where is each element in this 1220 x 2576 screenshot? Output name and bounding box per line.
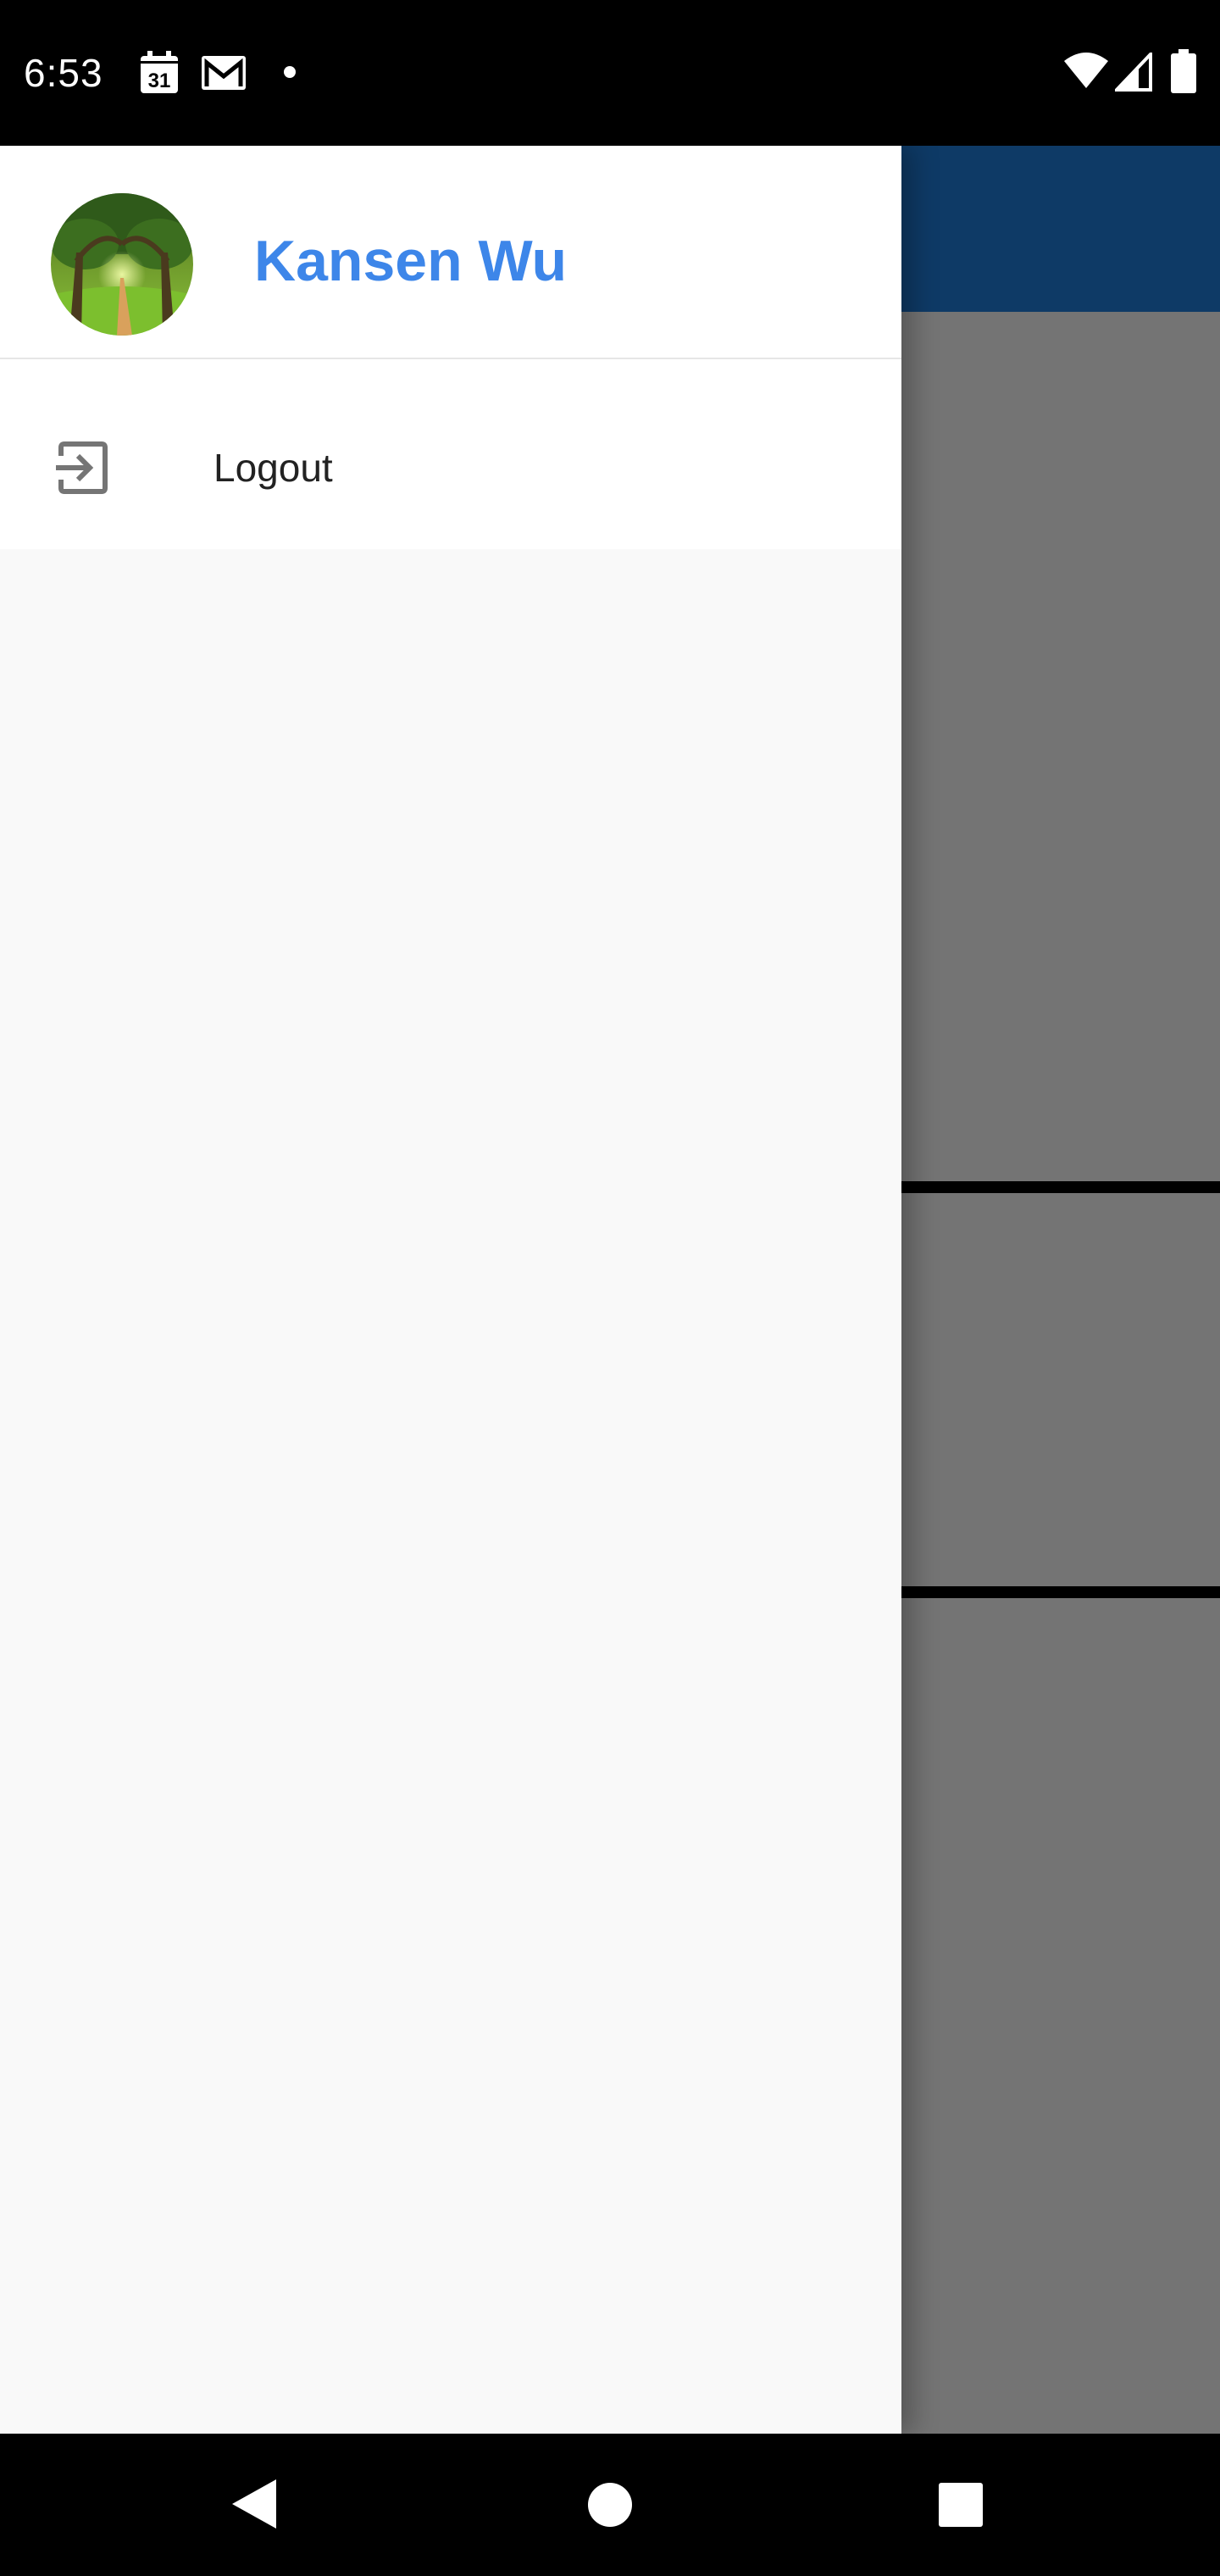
- back-icon[interactable]: [230, 2478, 278, 2530]
- battery-icon: [1171, 49, 1196, 93]
- navigation-bar: [0, 2434, 1220, 2576]
- user-name: Kansen Wu: [254, 229, 568, 293]
- gmail-icon: [200, 54, 247, 92]
- navigation-drawer: Kansen Wu Logout: [0, 146, 901, 2434]
- avatar[interactable]: [51, 193, 193, 336]
- notification-dot-icon: [283, 65, 297, 79]
- status-time: 6:53: [24, 51, 103, 95]
- svg-text:31: 31: [148, 69, 171, 92]
- cell-signal-icon: [1115, 53, 1152, 92]
- android-screen: 6:53 31 Kansen Wu Logout: [0, 0, 1220, 2576]
- logout-label: Logout: [214, 446, 333, 490]
- home-icon[interactable]: [586, 2481, 634, 2529]
- wifi-icon: [1062, 51, 1110, 90]
- recents-icon[interactable]: [939, 2483, 983, 2527]
- logout-icon: [53, 437, 114, 498]
- logout-menu-item[interactable]: Logout: [0, 359, 901, 549]
- status-bar: 6:53 31: [0, 0, 1220, 146]
- drawer-header: Kansen Wu: [0, 146, 901, 359]
- calendar-icon: 31: [139, 51, 180, 95]
- drawer-menu: Logout: [0, 359, 901, 549]
